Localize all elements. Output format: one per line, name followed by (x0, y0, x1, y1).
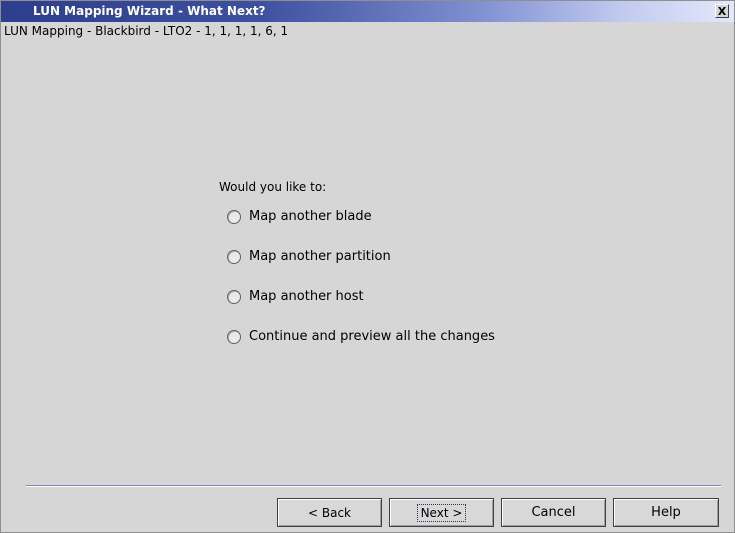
help-button[interactable]: Help (613, 498, 719, 527)
back-button[interactable]: < Back (277, 498, 382, 527)
radio-button-icon[interactable] (227, 330, 241, 344)
window-title: LUN Mapping Wizard - What Next? (33, 4, 266, 18)
option-map-another-blade[interactable]: Map another blade (227, 209, 372, 225)
close-button[interactable]: X (715, 4, 729, 18)
option-label: Map another host (249, 289, 364, 304)
lun-mapping-wizard-window: LUN Mapping Wizard - What Next? X LUN Ma… (0, 0, 735, 533)
help-button-label: Help (651, 505, 681, 520)
back-button-label: < Back (307, 505, 351, 520)
next-button-label: Next > (416, 503, 467, 522)
cancel-button[interactable]: Cancel (501, 498, 606, 527)
option-map-another-host[interactable]: Map another host (227, 289, 364, 305)
close-icon: X (717, 4, 727, 18)
option-continue-and-preview[interactable]: Continue and preview all the changes (227, 329, 495, 345)
radio-button-icon[interactable] (227, 210, 241, 224)
option-label: Map another partition (249, 249, 391, 264)
title-bar[interactable]: LUN Mapping Wizard - What Next? X (1, 1, 734, 22)
wizard-subtitle: LUN Mapping - Blackbird - LTO2 - 1, 1, 1… (4, 24, 289, 38)
button-bar-divider (26, 485, 721, 487)
option-label: Map another blade (249, 209, 372, 224)
option-label: Continue and preview all the changes (249, 329, 495, 344)
question-prompt: Would you like to: (219, 180, 327, 194)
option-map-another-partition[interactable]: Map another partition (227, 249, 391, 265)
radio-button-icon[interactable] (227, 290, 241, 304)
what-next-question: Would you like to: Map another blade Map… (219, 179, 495, 344)
radio-button-icon[interactable] (227, 250, 241, 264)
next-button[interactable]: Next > (389, 498, 494, 527)
cancel-button-label: Cancel (531, 505, 576, 520)
